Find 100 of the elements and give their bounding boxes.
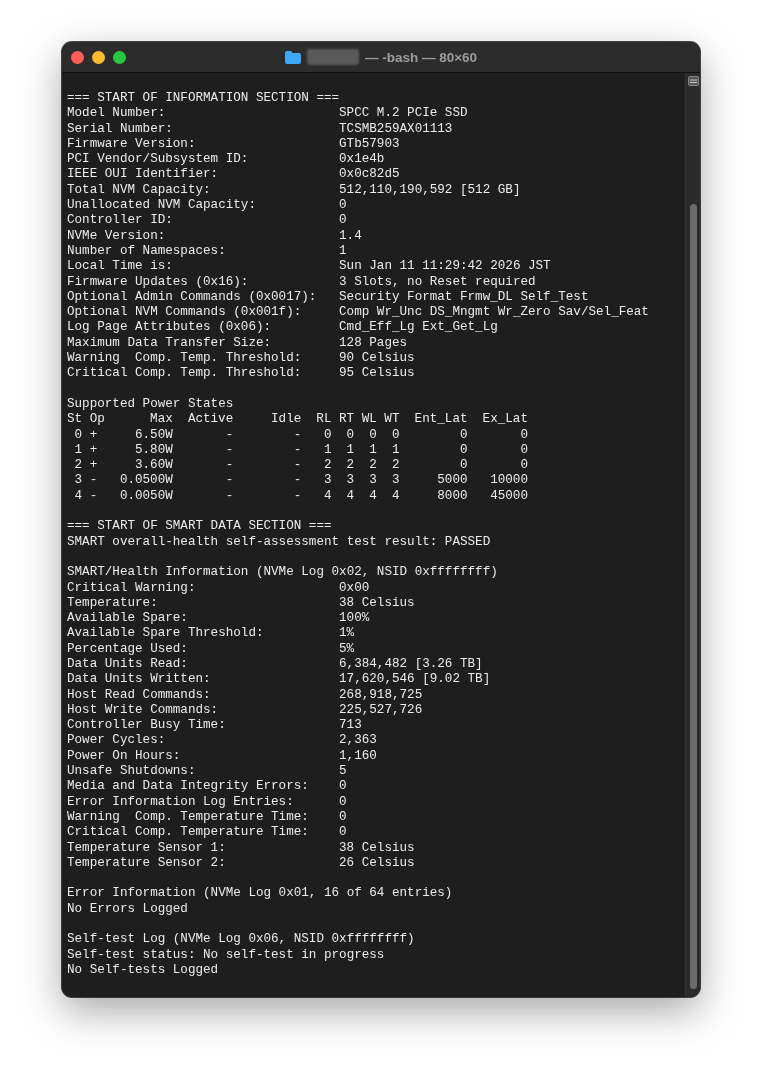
column-header: Active — [187, 412, 234, 428]
field-label: Data Units Read: — [67, 657, 188, 673]
field-value: 95 Celsius — [339, 366, 415, 382]
table-cell: - — [225, 473, 234, 489]
field-value: 0x0c82d5 — [339, 167, 400, 183]
field-value: 38 Celsius — [339, 595, 415, 612]
table-cell: 1 — [369, 442, 377, 459]
table-cell: - — [225, 442, 234, 459]
field-label: Firmware Version: — [67, 136, 196, 153]
field-value: TCSMB259AX01113 — [339, 121, 453, 137]
scroll-bar[interactable] — [685, 73, 700, 997]
table-cell: 2 — [369, 458, 377, 474]
table-cell: 4 — [74, 488, 83, 504]
table-cell: 4 — [391, 488, 400, 504]
scroll-thumb[interactable] — [689, 204, 697, 989]
field-value: 512,110,190,592 [512 GB] — [339, 182, 521, 199]
table-cell: - — [293, 442, 302, 459]
field-value: 268,918,725 — [339, 687, 423, 703]
field-label: Media and Data Integrity Errors: — [67, 779, 309, 795]
field-label: Controller Busy Time: — [67, 718, 226, 734]
field-value: 0 — [339, 825, 347, 841]
split-pane-icon[interactable] — [687, 76, 699, 86]
table-cell: 0 — [74, 427, 83, 443]
section-heading: SMART/Health Information (NVMe Log 0x02, NSID 0xffffffff) — [67, 565, 498, 581]
field-label: Critical Comp. Temp. Threshold: — [67, 366, 302, 382]
field-value: Comp Wr_Unc DS_Mngmt Wr_Zero Sav/Sel_Feat — [339, 305, 649, 321]
table-cell: 2 — [323, 458, 332, 474]
table-cell: 6.50W — [135, 427, 173, 443]
field-value: Sun Jan 11 11:29:42 2026 JST — [339, 259, 551, 275]
field-label: Controller ID: — [67, 213, 173, 229]
field-label: Log Page Attributes (0x06): — [67, 320, 272, 336]
table-cell: 0 — [346, 427, 355, 443]
table-cell: + — [89, 458, 98, 474]
field-value: 1,160 — [339, 748, 377, 765]
table-cell: 45000 — [490, 488, 528, 504]
field-label: Total NVM Capacity: — [67, 182, 211, 199]
field-value: 5% — [339, 641, 355, 657]
field-value: 0 — [339, 198, 347, 214]
column-header: WL — [361, 412, 377, 428]
field-value: 100% — [339, 611, 370, 627]
table-cell: + — [89, 442, 98, 459]
field-value: 5 — [339, 764, 347, 780]
minimize-button[interactable] — [92, 50, 105, 64]
field-value: 1 — [339, 243, 347, 260]
zoom-button[interactable] — [113, 50, 126, 64]
table-cell: 0 — [369, 427, 377, 443]
field-value: Security Format Frmw_DL Self_Test — [339, 289, 589, 306]
field-label: Power On Hours: — [67, 748, 181, 765]
output-line: SMART overall-health self-assessment test result: PASSED — [67, 534, 491, 550]
table-cell: - — [293, 488, 302, 504]
table-cell: 0 — [520, 458, 528, 474]
table-cell: 3 — [369, 473, 377, 489]
field-label: Available Spare Threshold: — [67, 626, 264, 642]
table-cell: 10000 — [490, 473, 528, 489]
field-value: 90 Celsius — [339, 351, 415, 367]
output-line: === START OF SMART DATA SECTION === — [67, 519, 332, 535]
field-label: Warning Comp. Temperature Time: — [67, 809, 309, 826]
field-label: Critical Warning: — [67, 580, 196, 596]
field-label: PCI Vendor/Subsystem ID: — [67, 152, 249, 168]
field-label: Percentage Used: — [67, 641, 188, 657]
field-label: Warning Comp. Temp. Threshold: — [67, 351, 302, 367]
output-line: Self-test status: No self-test in progress — [67, 947, 385, 963]
field-label: Critical Comp. Temperature Time: — [67, 825, 309, 841]
field-label: Data Units Written: — [67, 672, 211, 688]
field-label: Maximum Data Transfer Size: — [67, 335, 272, 352]
field-value: 0 — [339, 779, 347, 795]
field-value: 6,384,482 [3.26 TB] — [339, 657, 483, 673]
table-cell: 0.0500W — [119, 473, 173, 489]
redaction-bar — [306, 49, 359, 65]
column-header: Op — [89, 412, 105, 428]
field-value: 1.4 — [339, 228, 362, 244]
field-value: 0x00 — [339, 580, 370, 596]
field-label: Error Information Log Entries: — [67, 794, 294, 810]
field-label: Serial Number: — [67, 121, 173, 137]
table-cell: 0 — [520, 427, 528, 443]
table-cell: 0 — [520, 442, 528, 459]
table-cell: 3 — [346, 473, 355, 489]
field-value: 1% — [339, 626, 355, 642]
table-cell: 1 — [74, 442, 83, 459]
table-cell: 2 — [74, 458, 83, 474]
table-cell: - — [225, 458, 234, 474]
table-cell: 1 — [346, 442, 355, 459]
field-value: 26 Celsius — [339, 855, 415, 872]
table-cell: 0.0050W — [119, 488, 173, 504]
table-cell: - — [293, 473, 302, 489]
close-button[interactable] — [71, 50, 84, 64]
table-cell: 3 — [74, 473, 83, 489]
column-header: WT — [384, 412, 400, 428]
field-value: 0 — [339, 213, 347, 229]
field-value: Cmd_Eff_Lg Ext_Get_Lg — [339, 320, 498, 336]
field-value: 128 Pages — [339, 335, 408, 352]
window-title: — -bash — 80×60 — [364, 49, 478, 65]
field-label: Optional Admin Commands (0x0017): — [67, 289, 317, 306]
field-label: Number of Namespaces: — [67, 243, 226, 260]
field-label: IEEE OUI Identifier: — [67, 167, 219, 183]
column-header: St — [67, 412, 83, 428]
table-cell: 1 — [391, 442, 400, 459]
table-cell: - — [89, 488, 98, 504]
table-cell: 4 — [323, 488, 332, 504]
table-cell: - — [293, 458, 302, 474]
